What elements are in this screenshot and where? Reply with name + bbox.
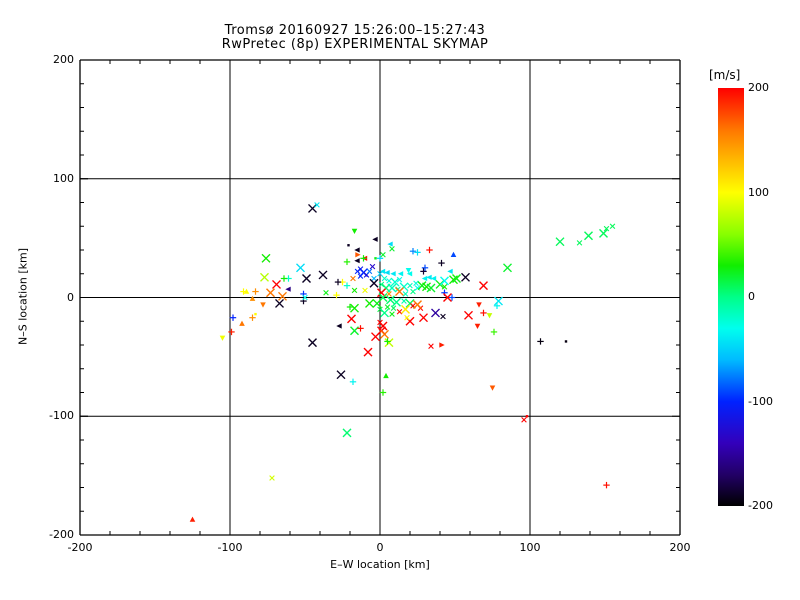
plot-title: Tromsø 20160927 15:26:00–15:27:43 RwPret… (75, 24, 635, 52)
xtick-value: 100 (519, 541, 541, 554)
xtick-value: -200 (67, 541, 93, 554)
ctick-value: -200 (748, 499, 773, 512)
xtick-value: 0 (376, 541, 384, 554)
ctick-value: -100 (748, 394, 773, 408)
xtick-value: 200 (669, 541, 691, 554)
ytick-value: 0 (67, 290, 74, 304)
ctick-value: 100 (748, 185, 769, 199)
title-line-2: RwPretec (8p) EXPERIMENTAL SKYMAP (221, 37, 489, 52)
colorbar-gradient (718, 88, 744, 506)
ctick-value: 0 (748, 290, 755, 303)
ytick-value: -200 (49, 528, 74, 541)
ytick-value: -100 (49, 409, 74, 423)
colorbar-unit-label: [m/s] (709, 68, 741, 82)
ctick-value: 200 (748, 81, 769, 94)
scatter-plot-canvas (79, 59, 681, 536)
skymap-figure: Tromsø 20160927 15:26:00–15:27:43 RwPret… (0, 0, 800, 600)
ytick-value: 200 (53, 53, 74, 66)
title-line-1: Tromsø 20160927 15:26:00–15:27:43 (224, 23, 486, 38)
ytick-value: 100 (53, 171, 74, 185)
x-axis-label: E–W location [km] (330, 558, 430, 571)
xtick-value: -100 (217, 541, 243, 554)
